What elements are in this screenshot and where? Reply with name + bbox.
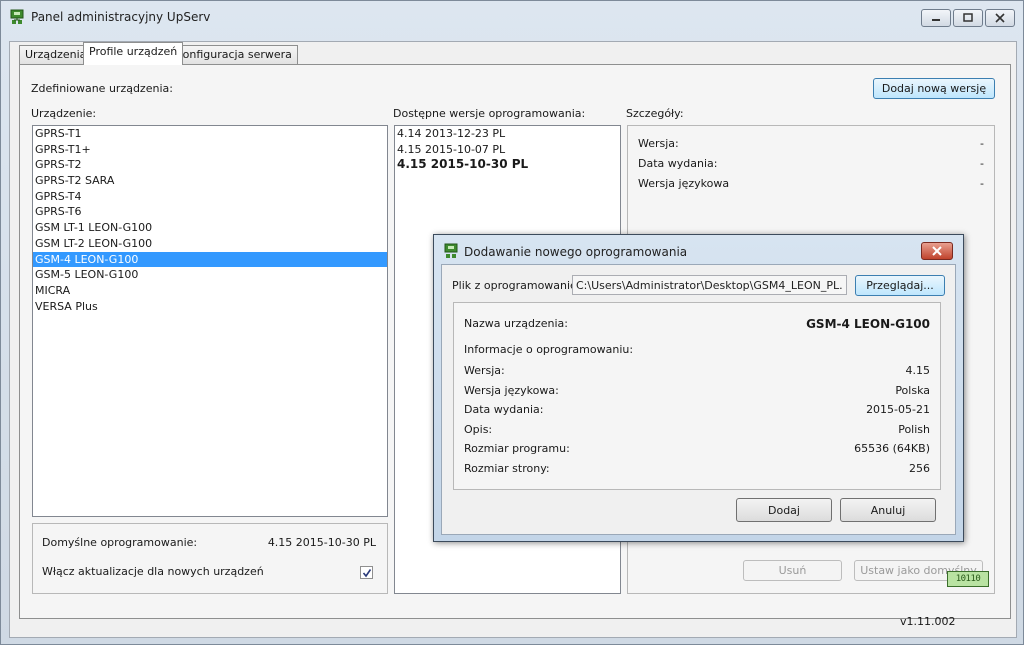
file-path-input[interactable] bbox=[572, 275, 847, 295]
device-list-item[interactable]: GSM-4 LEON-G100 bbox=[33, 251, 387, 268]
default-firmware-label: Domyślne oprogramowanie: bbox=[42, 536, 198, 549]
close-button[interactable] bbox=[985, 9, 1015, 27]
app-version: v1.11.002 bbox=[900, 615, 956, 628]
device-list-item[interactable]: GPRS-T2 SARA bbox=[33, 173, 387, 189]
details-row: Wersja językowa - bbox=[638, 177, 984, 193]
firmware-list-item[interactable]: 4.15 2015-10-30 PL bbox=[395, 157, 620, 173]
main-window: Panel administracyjny UpServ Urządzenia … bbox=[0, 0, 1024, 645]
firmware-info-key: Rozmiar programu: bbox=[464, 442, 570, 456]
tab-profile-urzadzen[interactable]: Profile urządzeń bbox=[83, 42, 184, 65]
tab-urzadzenia[interactable]: Urządzenia bbox=[19, 45, 93, 64]
firmware-info-key: Wersja językowa: bbox=[464, 383, 559, 397]
minimize-button[interactable] bbox=[921, 9, 951, 27]
firmware-info-value: Polish bbox=[898, 422, 930, 436]
device-list-item[interactable]: GPRS-T4 bbox=[33, 189, 387, 205]
auto-update-checkbox[interactable] bbox=[360, 566, 373, 579]
details-row: Wersja: - bbox=[638, 137, 984, 153]
upserv-app-icon bbox=[10, 9, 24, 24]
device-list[interactable]: GPRS-T1 GPRS-T1+ GPRS-T2 GPRS-T2 SARA GPRS-T… bbox=[32, 125, 388, 517]
firmware-column-label: Dostępne wersje oprogramowania: bbox=[393, 107, 586, 120]
close-icon bbox=[995, 13, 1005, 23]
defined-devices-label: Zdefiniowane urządzenia: bbox=[31, 82, 173, 95]
checkmark-icon bbox=[362, 568, 371, 577]
default-firmware-group: Domyślne oprogramowanie: 4.15 2015-10-30… bbox=[32, 523, 388, 594]
firmware-info-row: Rozmiar strony: 256 bbox=[464, 462, 930, 478]
default-firmware-value: 4.15 2015-10-30 PL bbox=[267, 536, 376, 549]
close-icon bbox=[932, 246, 942, 256]
add-version-button[interactable]: Dodaj nową wersję bbox=[873, 78, 995, 99]
device-name-label: Nazwa urządzenia: bbox=[464, 317, 568, 330]
details-label: Data wydania: bbox=[638, 157, 718, 170]
minimize-icon bbox=[932, 19, 940, 21]
firmware-list-item[interactable]: 4.14 2013-12-23 PL bbox=[395, 126, 620, 142]
firmware-info-value: Polska bbox=[895, 383, 930, 397]
firmware-info-row: Opis: Polish bbox=[464, 423, 930, 439]
device-list-item[interactable]: MICRA bbox=[33, 283, 387, 299]
browse-button[interactable]: Przeglądaj... bbox=[855, 275, 945, 296]
dialog-close-button[interactable] bbox=[921, 242, 953, 260]
maximize-icon bbox=[963, 13, 973, 22]
remove-button[interactable]: Usuń bbox=[743, 560, 842, 581]
firmware-info-value: 65536 (64KB) bbox=[854, 442, 930, 456]
maximize-button[interactable] bbox=[953, 9, 983, 27]
add-button[interactable]: Dodaj bbox=[736, 498, 832, 522]
file-label: Plik z oprogramowaniem: bbox=[452, 279, 592, 292]
tab-konfiguracja-serwera[interactable]: Konfiguracja serwera bbox=[170, 45, 298, 64]
title-bar[interactable]: Panel administracyjny UpServ bbox=[1, 1, 1023, 33]
device-list-item[interactable]: GPRS-T1 bbox=[33, 126, 387, 142]
firmware-info-value: 256 bbox=[909, 462, 930, 475]
details-label: Wersja językowa bbox=[638, 177, 730, 190]
firmware-info-row: Wersja: 4.15 bbox=[464, 364, 930, 380]
device-list-item[interactable]: VERSA Plus bbox=[33, 299, 387, 315]
firmware-info-row: Data wydania: 2015-05-21 bbox=[464, 403, 930, 419]
device-list-item[interactable]: GPRS-T2 bbox=[33, 157, 387, 173]
firmware-info-row: Rozmiar programu: 65536 (64KB) bbox=[464, 442, 930, 458]
dialog-body: Plik z oprogramowaniem: Przeglądaj... Na… bbox=[441, 264, 956, 535]
device-column-label: Urządzenie: bbox=[31, 107, 97, 120]
device-name-value: GSM-4 LEON-G100 bbox=[806, 317, 930, 331]
auto-update-label: Włącz aktualizacje dla nowych urządzeń bbox=[42, 565, 264, 578]
firmware-list-item[interactable]: 4.15 2015-10-07 PL bbox=[395, 142, 620, 158]
dialog-title: Dodawanie nowego oprogramowania bbox=[464, 245, 688, 259]
details-value: - bbox=[980, 177, 984, 190]
firmware-info-key: Opis: bbox=[464, 422, 493, 436]
dialog-app-icon bbox=[444, 243, 458, 258]
details-value: - bbox=[980, 157, 984, 170]
device-list-item[interactable]: GPRS-T1+ bbox=[33, 142, 387, 158]
firmware-info-label: Informacje o oprogramowaniu: bbox=[464, 343, 634, 356]
binary-logo-badge: 10110 bbox=[947, 571, 989, 587]
details-column-label: Szczegóły: bbox=[626, 107, 684, 120]
firmware-info-key: Rozmiar strony: bbox=[464, 462, 550, 475]
firmware-info-panel: Nazwa urządzenia: GSM-4 LEON-G100 Inform… bbox=[453, 302, 941, 490]
window-title: Panel administracyjny UpServ bbox=[31, 10, 211, 24]
firmware-info-value: 2015-05-21 bbox=[866, 403, 930, 417]
add-firmware-dialog: Dodawanie nowego oprogramowania Plik z o… bbox=[433, 234, 964, 542]
firmware-info-key: Wersja: bbox=[464, 364, 505, 377]
device-list-item[interactable]: GPRS-T6 bbox=[33, 204, 387, 220]
firmware-info-row: Wersja językowa: Polska bbox=[464, 384, 930, 400]
firmware-info-key: Data wydania: bbox=[464, 403, 544, 417]
cancel-button[interactable]: Anuluj bbox=[840, 498, 936, 522]
device-list-item[interactable]: GSM-5 LEON-G100 bbox=[33, 267, 387, 283]
device-list-item[interactable]: GSM LT-1 LEON-G100 bbox=[33, 220, 387, 236]
details-value: - bbox=[980, 137, 984, 150]
firmware-info-value: 4.15 bbox=[905, 364, 931, 377]
details-label: Wersja: bbox=[638, 137, 679, 150]
details-row: Data wydania: - bbox=[638, 157, 984, 173]
device-list-item[interactable]: GSM LT-2 LEON-G100 bbox=[33, 236, 387, 252]
